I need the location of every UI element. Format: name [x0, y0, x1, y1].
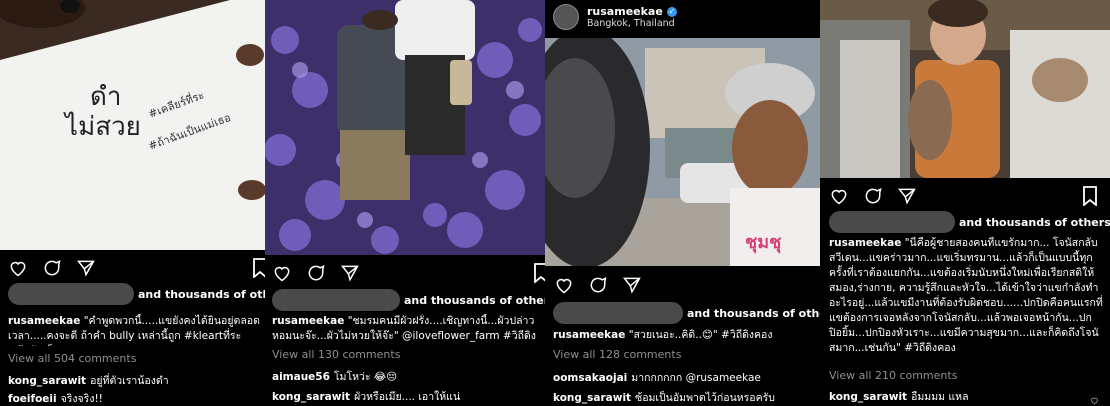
post-photo-4[interactable] [820, 0, 1110, 178]
heart-icon[interactable] [554, 275, 574, 299]
comment-row: kong_sarawit ผัวหรือเมีย.... เอาให้แน่ [272, 388, 460, 405]
action-bar-2 [272, 263, 360, 287]
bookmark-icon[interactable] [252, 258, 265, 282]
caption-user[interactable]: rusameekae [553, 329, 625, 341]
comment-text: มากกกกกก @rusameekae [631, 372, 761, 384]
comment-user[interactable]: kong_sarawit [272, 391, 350, 403]
comment-user[interactable]: kong_sarawit [829, 391, 907, 403]
post-photo-3[interactable]: ชุมชุ [545, 38, 820, 266]
comment-row: oomsakaojai มากกกกกก @rusameekae [553, 369, 761, 386]
caption-3: rusameekae "สวยเนอะ..คิดิ..😊" #วิถีดิงคอ… [553, 328, 815, 343]
comment-row: kong_sarawit ซ้อมเป็นอัมพาตไว้ก่อนหรอครับ [553, 389, 775, 406]
likes-line-4: and thousands of others [829, 211, 1110, 233]
share-icon[interactable] [340, 263, 360, 287]
caption-text: "นี่คือผู้ชายสองคนที่แขรักมาก... โจนัสกล… [829, 237, 1103, 354]
caption-1: rusameekae "คำพูดพวกนี้.....แขยังคงได้ยิ… [8, 314, 260, 346]
action-bar-1 [8, 258, 96, 282]
header-location[interactable]: Bangkok, Thailand [587, 18, 677, 29]
comment-row: kong_sarawit อืมมมม แหล [829, 388, 969, 405]
photo-flower-field [265, 0, 545, 255]
share-icon[interactable] [76, 258, 96, 282]
comment-row: foeifoeii จริงจริง!! [8, 390, 103, 406]
comment-text: โมโหว่ะ 😂😔 [333, 371, 398, 383]
post-panel-1: ดำ ไม่สวย #เคลียร์ที่ระ #ถ้าฉันเป็นแม่เธ… [0, 0, 265, 406]
verified-badge-icon: ✓ [666, 6, 677, 17]
likes-line-1: and thousands of others [8, 283, 265, 305]
view-all-comments-2[interactable]: View all 130 comments [272, 348, 400, 361]
liker-name-blurred [272, 289, 400, 311]
post-header-3: rusameekae ✓ Bangkok, Thailand [553, 4, 677, 30]
share-icon[interactable] [897, 186, 917, 210]
post-panel-3: rusameekae ✓ Bangkok, Thailand ชุมชุ and… [545, 0, 820, 406]
comment-user[interactable]: aimaue56 [272, 371, 330, 383]
comment-user[interactable]: oomsakaojai [553, 372, 627, 384]
heart-icon[interactable] [8, 258, 28, 282]
post-panel-2: and thousands of others rusameekae "ชมรม… [265, 0, 545, 406]
likes-suffix: and thousands of others [404, 293, 545, 307]
photo-family [820, 0, 1110, 178]
liker-name-blurred [553, 302, 683, 324]
svg-text:ชุมชุ: ชุมชุ [745, 232, 781, 254]
likes-line-2: and thousands of others [272, 289, 545, 311]
comment-text: ซ้อมเป็นอัมพาตไว้ก่อนหรอครับ [635, 392, 775, 404]
photo-street-selfie: ชุมชุ [545, 38, 820, 266]
view-all-comments-1[interactable]: View all 504 comments [8, 352, 136, 365]
comment-icon[interactable] [306, 263, 326, 287]
comment-user[interactable]: kong_sarawit [553, 392, 631, 404]
view-all-comments-3[interactable]: View all 128 comments [553, 348, 681, 361]
caption-text: "สวยเนอะ..คิดิ..😊" #วิถีดิงคอง [628, 329, 773, 341]
heart-icon[interactable] [829, 186, 849, 210]
comment-text: อืมมมม แหล [911, 391, 969, 403]
likes-line-3: and thousands of others [553, 302, 820, 324]
likes-suffix: and thousands of others [959, 215, 1110, 229]
likes-suffix: and thousands of others [687, 306, 820, 320]
action-bar-3 [554, 275, 642, 299]
bookmark-icon[interactable] [1082, 186, 1098, 210]
photo-handwritten-sign: ดำ ไม่สวย #เคลียร์ที่ระ #ถ้าฉันเป็นแม่เธ… [0, 0, 265, 250]
caption-2: rusameekae "ชมรมคนมีผัวฝรั่ง....เชิญทางน… [272, 314, 540, 346]
comment-row: kong_sarawit อยู่ที่ตัวเราน้องดำ [8, 372, 169, 389]
caption-user[interactable]: rusameekae [8, 315, 80, 327]
caption-4: rusameekae "นี่คือผู้ชายสองคนที่แขรักมาก… [829, 236, 1103, 362]
share-icon[interactable] [622, 275, 642, 299]
comment-like-icon[interactable] [1090, 390, 1099, 406]
likes-suffix: and thousands of others [138, 287, 265, 301]
comment-row: aimaue56 โมโหว่ะ 😂😔 [272, 368, 397, 385]
comment-user[interactable]: foeifoeii [8, 393, 57, 405]
post-photo-2[interactable] [265, 0, 545, 255]
view-all-comments-4[interactable]: View all 210 comments [829, 369, 957, 382]
handwriting-line-2: ไม่สวย [63, 111, 141, 142]
caption-user[interactable]: rusameekae [272, 315, 344, 327]
caption-user[interactable]: rusameekae [829, 237, 901, 249]
comment-text: อยู่ที่ตัวเราน้องดำ [90, 375, 169, 387]
comment-icon[interactable] [588, 275, 608, 299]
action-bar-4 [829, 186, 917, 210]
heart-icon[interactable] [272, 263, 292, 287]
header-username[interactable]: rusameekae [587, 5, 663, 18]
handwriting-line-1: ดำ [90, 82, 121, 112]
comment-user[interactable]: kong_sarawit [8, 375, 86, 387]
comment-text: จริงจริง!! [60, 393, 103, 405]
liker-name-blurred [829, 211, 955, 233]
post-panel-4: and thousands of others rusameekae "นี่ค… [820, 0, 1110, 406]
post-photo-1[interactable]: ดำ ไม่สวย #เคลียร์ที่ระ #ถ้าฉันเป็นแม่เธ… [0, 0, 265, 250]
liker-name-blurred [8, 283, 134, 305]
comment-icon[interactable] [863, 186, 883, 210]
avatar[interactable] [553, 4, 579, 30]
comment-icon[interactable] [42, 258, 62, 282]
bookmark-icon[interactable] [533, 263, 545, 287]
comment-text: ผัวหรือเมีย.... เอาให้แน่ [354, 391, 461, 403]
